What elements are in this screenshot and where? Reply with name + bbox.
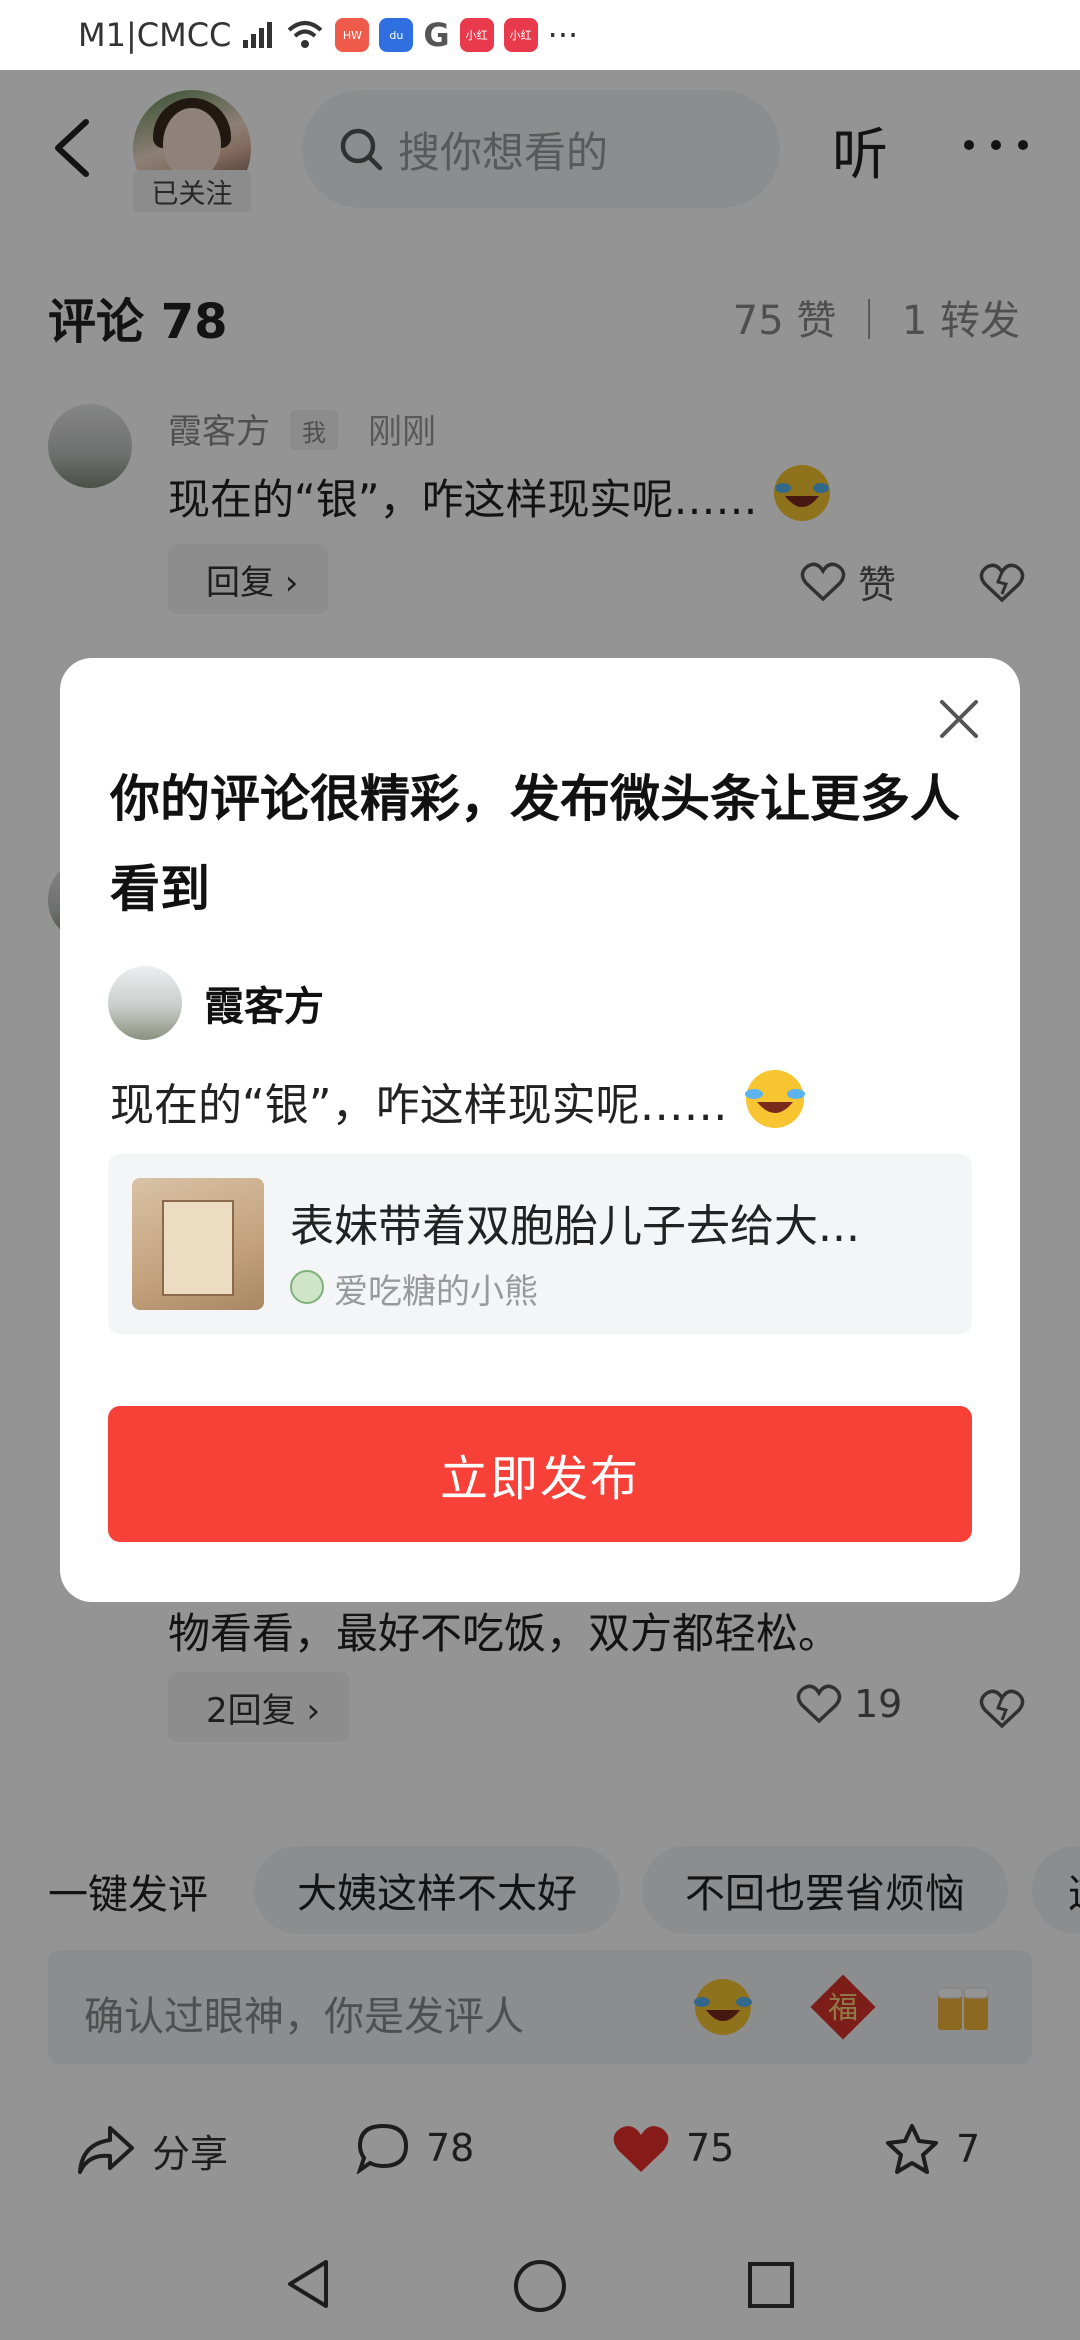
quoted-article-card: 表妹带着双胞胎儿子去给大... 爱吃糖的小熊 (108, 1154, 972, 1334)
article-title: 表妹带着双胞胎儿子去给大... (290, 1201, 860, 1252)
wifi-icon (285, 20, 325, 50)
status-bar: M1|CMCC HW du G 小红 小红 ··· (0, 0, 1080, 70)
carrier-label: M1|CMCC (78, 16, 232, 54)
close-icon[interactable] (934, 694, 984, 744)
xiaohongshu-icon: 小红 (459, 18, 494, 52)
article-author: 爱吃糖的小熊 (334, 1272, 538, 1312)
comment-preview-text: 现在的“银”，咋这样现实呢…… (110, 1066, 808, 1133)
signal-icon (241, 20, 275, 50)
dialog-title: 你的评论很精彩，发布微头条让更多人看到 (110, 770, 960, 918)
xiaohongshu-icon-2: 小红 (503, 18, 538, 52)
publish-dialog: 你的评论很精彩，发布微头条让更多人看到 霞客方 现在的“银”，咋这样现实呢…… … (60, 658, 1020, 1602)
user-avatar (108, 966, 182, 1040)
more-notifications-icon: ··· (547, 16, 579, 54)
publish-button[interactable]: 立即发布 (108, 1406, 972, 1542)
article-author-avatar (290, 1270, 324, 1304)
huawei-app-icon: HW (335, 18, 370, 52)
laugh-cry-emoji-icon (744, 1070, 805, 1128)
user-name: 霞客方 (204, 984, 324, 1030)
article-thumbnail (132, 1178, 264, 1310)
baidu-app-icon: du (379, 18, 414, 52)
google-app-icon: G (423, 16, 450, 54)
